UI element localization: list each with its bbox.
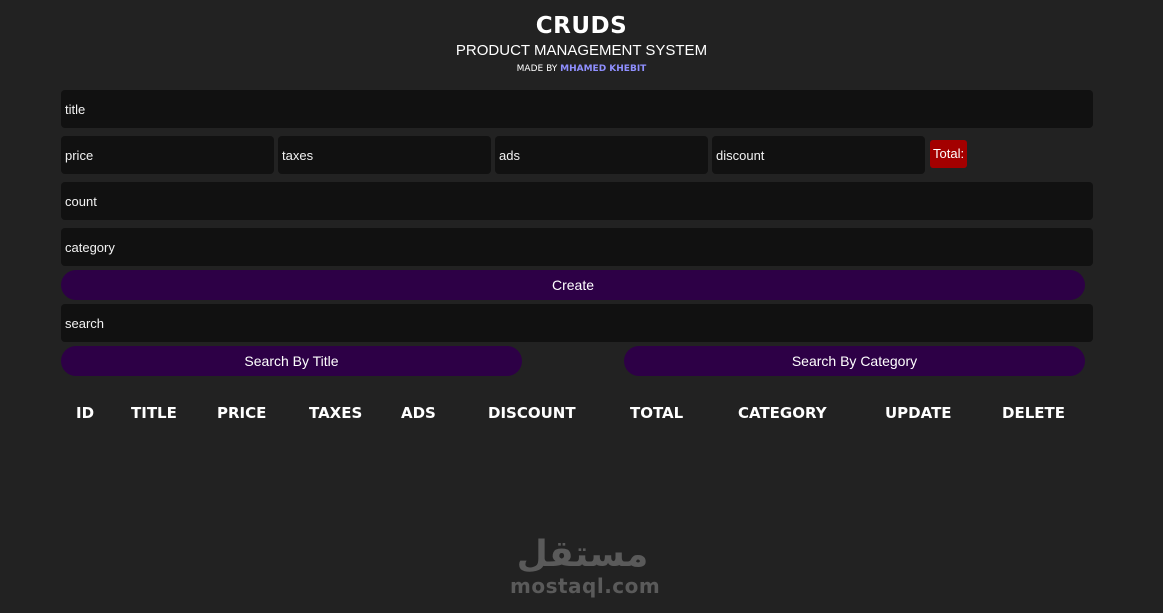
column-header-price: PRICE (217, 404, 267, 422)
search-by-title-button[interactable]: Search By Title (61, 346, 522, 376)
page-header: CRUDS PRODUCT MANAGEMENT SYSTEM MADE BY … (0, 0, 1163, 75)
column-header-ads: ADS (401, 404, 436, 422)
total-badge: Total: (930, 140, 968, 168)
mostaql-watermark: مستقل mostaql.com (510, 534, 661, 598)
count-input[interactable] (61, 182, 1093, 220)
discount-input[interactable] (712, 136, 925, 174)
column-header-update: UPDATE (885, 404, 952, 422)
credit-prefix: MADE BY (516, 64, 558, 74)
price-row: Total: (61, 136, 1093, 174)
watermark-latin: mostaql.com (510, 574, 661, 598)
column-header-id: ID (76, 404, 95, 422)
column-header-taxes: TAXES (309, 404, 363, 422)
page-title: CRUDS (535, 13, 628, 39)
column-header-delete: DELETE (1002, 404, 1065, 422)
search-input[interactable] (61, 304, 1093, 342)
taxes-input[interactable] (278, 136, 491, 174)
credit-line: MADE BY MHAMED KHEBIT (0, 63, 1163, 75)
column-header-total: TOTAL (630, 404, 684, 422)
ads-input[interactable] (495, 136, 708, 174)
page-subtitle: PRODUCT MANAGEMENT SYSTEM (455, 42, 708, 59)
watermark-arabic: مستقل (516, 534, 649, 575)
crud-app: CRUDS PRODUCT MANAGEMENT SYSTEM MADE BY … (0, 0, 1163, 613)
column-header-category: CATEGORY (738, 404, 827, 422)
column-header-discount: DISCOUNT (488, 404, 576, 422)
price-input[interactable] (61, 136, 274, 174)
credit-author: MHAMED KHEBIT (560, 64, 647, 74)
column-header-title: TITLE (131, 404, 177, 422)
search-by-category-button[interactable]: Search By Category (624, 346, 1085, 376)
category-input[interactable] (61, 228, 1093, 266)
title-input[interactable] (61, 90, 1093, 128)
create-button[interactable]: Create (61, 270, 1085, 300)
